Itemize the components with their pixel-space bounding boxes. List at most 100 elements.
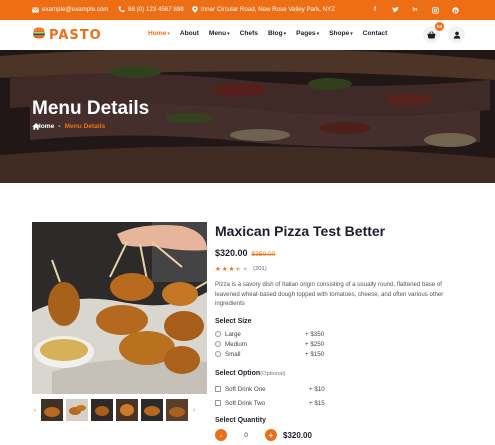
option-name: Soft Drink Two	[225, 399, 266, 407]
thumbnail[interactable]	[66, 399, 88, 421]
instagram-icon[interactable]	[431, 6, 439, 14]
current-price: $320.00	[215, 248, 248, 258]
option-price: + $15	[309, 399, 325, 407]
top-phone-text: 88 (0) 123 4567 888	[128, 6, 184, 13]
size-name: Medium	[225, 340, 248, 348]
product-thumbnails: ‹ ›	[32, 398, 207, 422]
size-name: Small	[225, 350, 241, 358]
option-price: + $10	[309, 385, 325, 393]
radio-icon[interactable]	[215, 331, 221, 337]
nav-item-chefs-label: Chefs	[239, 30, 258, 37]
chevron-right-icon[interactable]: ›	[191, 407, 197, 414]
nav-item-pages[interactable]: Pages ▾	[296, 30, 319, 37]
nav-item-shope-label: Shope	[329, 30, 350, 37]
nav-item-menu-label: Menu	[208, 30, 227, 37]
option-soft-drink-two[interactable]: Soft Drink Two + $15	[215, 396, 325, 410]
checkbox-icon[interactable]	[215, 400, 221, 406]
twitter-icon[interactable]	[391, 6, 399, 14]
size-options: Large + $350 Medium + $250 Small + $150	[215, 329, 324, 359]
top-email[interactable]: example@example.com	[32, 6, 108, 13]
checkbox-icon[interactable]	[215, 386, 221, 392]
option-soft-drink-one[interactable]: Soft Drink One + $10	[215, 382, 325, 396]
radio-icon[interactable]	[215, 351, 221, 357]
user-icon	[453, 26, 461, 44]
rating-count: (201)	[253, 266, 267, 272]
cart-button[interactable]: 03	[423, 22, 444, 43]
nav-item-chefs[interactable]: Chefs	[240, 30, 258, 37]
burger-logo-icon	[32, 26, 46, 45]
cart-count-badge: 03	[435, 22, 444, 31]
star-icon: ★	[228, 266, 235, 273]
thumbnail[interactable]	[41, 399, 63, 421]
product-price: $320.00 $350.00	[215, 248, 275, 258]
chevron-down-icon: ▾	[283, 30, 287, 37]
radio-icon[interactable]	[215, 341, 221, 347]
thumbnail[interactable]	[166, 399, 188, 421]
chevron-down-icon: ▾	[167, 30, 170, 37]
quantity-input[interactable]: 0	[233, 432, 259, 439]
option-label: Select Option	[215, 370, 261, 377]
breadcrumb-current: Menu Details	[64, 123, 106, 130]
page-hero: Menu Details Home - Menu Details	[0, 50, 495, 183]
extra-options: Soft Drink One + $10 Soft Drink Two + $1…	[215, 382, 325, 410]
nav-item-about-label: About	[179, 30, 199, 37]
quantity-total-price: $320.00	[283, 430, 312, 440]
nav-item-blog[interactable]: Blog ▾	[268, 30, 286, 37]
star-icon: ★	[221, 266, 228, 273]
product-main-image[interactable]	[32, 222, 207, 394]
chevron-left-icon[interactable]: ‹	[32, 407, 38, 414]
increase-quantity-button[interactable]: +	[265, 429, 277, 441]
size-price: + $250	[305, 340, 325, 348]
quantity-section-title: Select Quantity	[215, 417, 266, 424]
size-price: + $350	[305, 330, 325, 338]
facebook-icon[interactable]: f	[371, 6, 379, 14]
option-note: (Optional)	[260, 371, 286, 377]
header-actions: 03	[423, 22, 465, 43]
thumbnail[interactable]	[91, 399, 113, 421]
main-nav: Home ▾ About Menu ▾ Chefs Blog ▾ Pages ▾ Sho…	[148, 30, 387, 37]
nav-item-home-label: Home	[148, 30, 167, 37]
top-email-text: example@example.com	[42, 6, 109, 13]
option-section-title: Select Option(Optional)	[215, 370, 286, 377]
top-address: Inner Circular Road, New Rose Valley Par…	[191, 6, 335, 13]
product-title: Maxican Pizza Test Better	[215, 223, 386, 239]
breadcrumb-separator: -	[58, 123, 61, 130]
nav-item-blog-label: Blog	[267, 30, 283, 37]
star-icon: ★	[215, 266, 221, 273]
chevron-down-icon: ▾	[227, 30, 230, 37]
nav-item-shope[interactable]: Shope ▾	[329, 30, 353, 37]
chevron-down-icon: ▾	[316, 30, 320, 37]
thumbnail[interactable]	[141, 399, 163, 421]
size-name: Large	[225, 330, 241, 338]
logo-text: PASTO	[49, 28, 102, 43]
product-rating: ★ ★ ★ ★ ★ (201)	[215, 265, 267, 273]
size-price: + $150	[305, 350, 325, 358]
top-phone[interactable]: 88 (0) 123 4567 888	[118, 6, 184, 13]
size-section-title: Select Size	[215, 318, 252, 325]
nav-item-home[interactable]: Home ▾	[148, 30, 170, 37]
size-option-small[interactable]: Small + $150	[215, 349, 324, 359]
account-button[interactable]	[448, 26, 465, 43]
logo[interactable]: PASTO	[32, 26, 102, 45]
nav-item-contact[interactable]: Contact	[363, 30, 388, 37]
size-option-medium[interactable]: Medium + $250	[215, 339, 324, 349]
phone-icon	[118, 6, 125, 13]
top-bar: example@example.com 88 (0) 123 4567 888 …	[0, 0, 495, 20]
envelope-icon	[32, 6, 39, 13]
star-half-icon: ★	[235, 266, 242, 273]
top-address-text: Inner Circular Road, New Rose Valley Par…	[201, 6, 335, 13]
linkedin-icon[interactable]: in	[411, 6, 419, 14]
social-links: f in p	[371, 6, 459, 14]
site-header: PASTO Home ▾ About Menu ▾ Chefs Blog ▾ Page…	[0, 20, 495, 50]
pinterest-icon[interactable]: p	[451, 6, 459, 14]
size-option-large[interactable]: Large + $350	[215, 329, 324, 339]
decrease-quantity-button[interactable]: -	[215, 429, 227, 441]
star-empty-icon: ★	[242, 266, 249, 273]
page-title: Menu Details	[32, 98, 150, 119]
option-name: Soft Drink One	[225, 385, 266, 393]
nav-item-about[interactable]: About	[180, 30, 199, 37]
nav-item-pages-label: Pages	[296, 30, 316, 37]
nav-item-contact-label: Contact	[362, 30, 388, 37]
thumbnail[interactable]	[116, 399, 138, 421]
nav-item-menu[interactable]: Menu ▾	[209, 30, 230, 37]
